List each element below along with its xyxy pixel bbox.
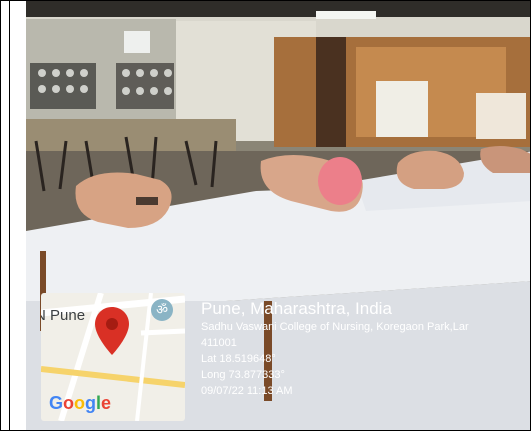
map-thumbnail: N Pune mp ॐ Google — [41, 293, 185, 421]
location-info: Pune, Maharashtra, India Sadhu Vaswani C… — [201, 299, 530, 399]
latitude: Lat 18.519648° — [201, 353, 276, 365]
longitude: Long 73.877333° — [201, 369, 285, 381]
google-letter-o1: o — [63, 393, 75, 413]
google-letter-g2: g — [85, 393, 97, 413]
google-logo: Google — [49, 393, 111, 414]
map-pin-icon — [95, 307, 129, 355]
left-border-strip — [1, 1, 10, 430]
postal-code: 411001 — [201, 337, 237, 349]
google-letter-o2: o — [74, 393, 86, 413]
datetime-stamp: 09/07/22 11:13 AM — [201, 385, 293, 397]
google-letter-g: G — [49, 393, 64, 413]
google-letter-e: e — [101, 393, 112, 413]
screenshot-frame: G N Pune mp ॐ Google Pune, — [0, 0, 531, 431]
geotag-overlay: N Pune mp ॐ Google Pune, Maharashtra, In… — [41, 293, 530, 423]
temple-icon: ॐ — [151, 299, 173, 321]
map-place-name: N Pune — [41, 307, 86, 324]
location-title: Pune, Maharashtra, India — [201, 299, 392, 318]
address-line: Sadhu Vaswani College of Nursing, Korega… — [201, 321, 469, 333]
